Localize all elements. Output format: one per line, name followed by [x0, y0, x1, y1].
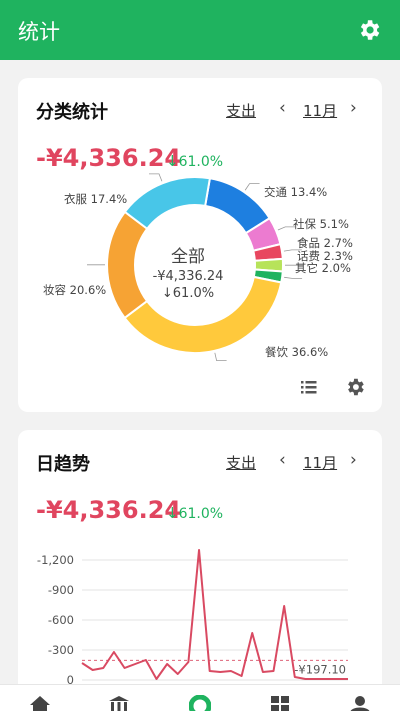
chart-settings-gear-icon[interactable]	[344, 376, 366, 398]
donut-center: 全部 -¥4,336.24 ↓61.0%	[123, 242, 253, 301]
category-stats-card: 分类统计 支出 ‹ 11月 › -¥4,336.24 ↓61.0% 全部 -¥4…	[18, 78, 382, 412]
daily-trend-card: 日趋势 支出 ‹ 11月 › -¥4,336.24 ↓61.0% -1,200-…	[18, 430, 382, 700]
y-tick-label: -300	[48, 643, 74, 657]
slice-label-qita: 其它 2.0%	[295, 261, 351, 275]
leader-line-4	[284, 276, 303, 279]
leader-line-5	[214, 352, 227, 361]
page-title: 统计	[18, 20, 60, 44]
center-amount: -¥4,336.24	[152, 269, 224, 284]
slice-label-zhuangrong: 妆容 20.6%	[43, 283, 107, 297]
app-bar: 统计	[0, 0, 400, 60]
bottom-nav	[0, 684, 400, 711]
daily-series-line	[81, 549, 348, 680]
leader-line-7	[149, 173, 163, 182]
average-label: -¥197.10	[294, 662, 346, 676]
slice-label-yifu: 衣服 17.4%	[64, 192, 128, 206]
gear-icon[interactable]	[356, 17, 382, 43]
y-tick-label: -600	[48, 613, 74, 627]
daily-line-chart[interactable]: -1,200-900-600-3000-¥197.10	[18, 430, 382, 700]
y-tick-label: -1,200	[37, 553, 74, 567]
slice-label-canyin: 餐饮 36.6%	[265, 345, 329, 359]
slice-label-jiaotong: 交通 13.4%	[264, 185, 328, 199]
home-icon[interactable]	[29, 695, 51, 711]
profile-icon[interactable]	[349, 695, 371, 711]
bank-icon[interactable]	[108, 695, 130, 711]
donut-slice-7[interactable]	[123, 176, 212, 231]
y-tick-label: -900	[48, 583, 74, 597]
leader-line-0	[244, 183, 260, 191]
center-title: 全部	[171, 247, 205, 267]
list-icon[interactable]	[298, 376, 320, 398]
center-change: ↓61.0%	[161, 286, 215, 301]
grid-icon[interactable]	[269, 695, 291, 711]
slice-label-shebao: 社保 5.1%	[293, 217, 349, 231]
stats-icon[interactable]	[189, 695, 211, 711]
